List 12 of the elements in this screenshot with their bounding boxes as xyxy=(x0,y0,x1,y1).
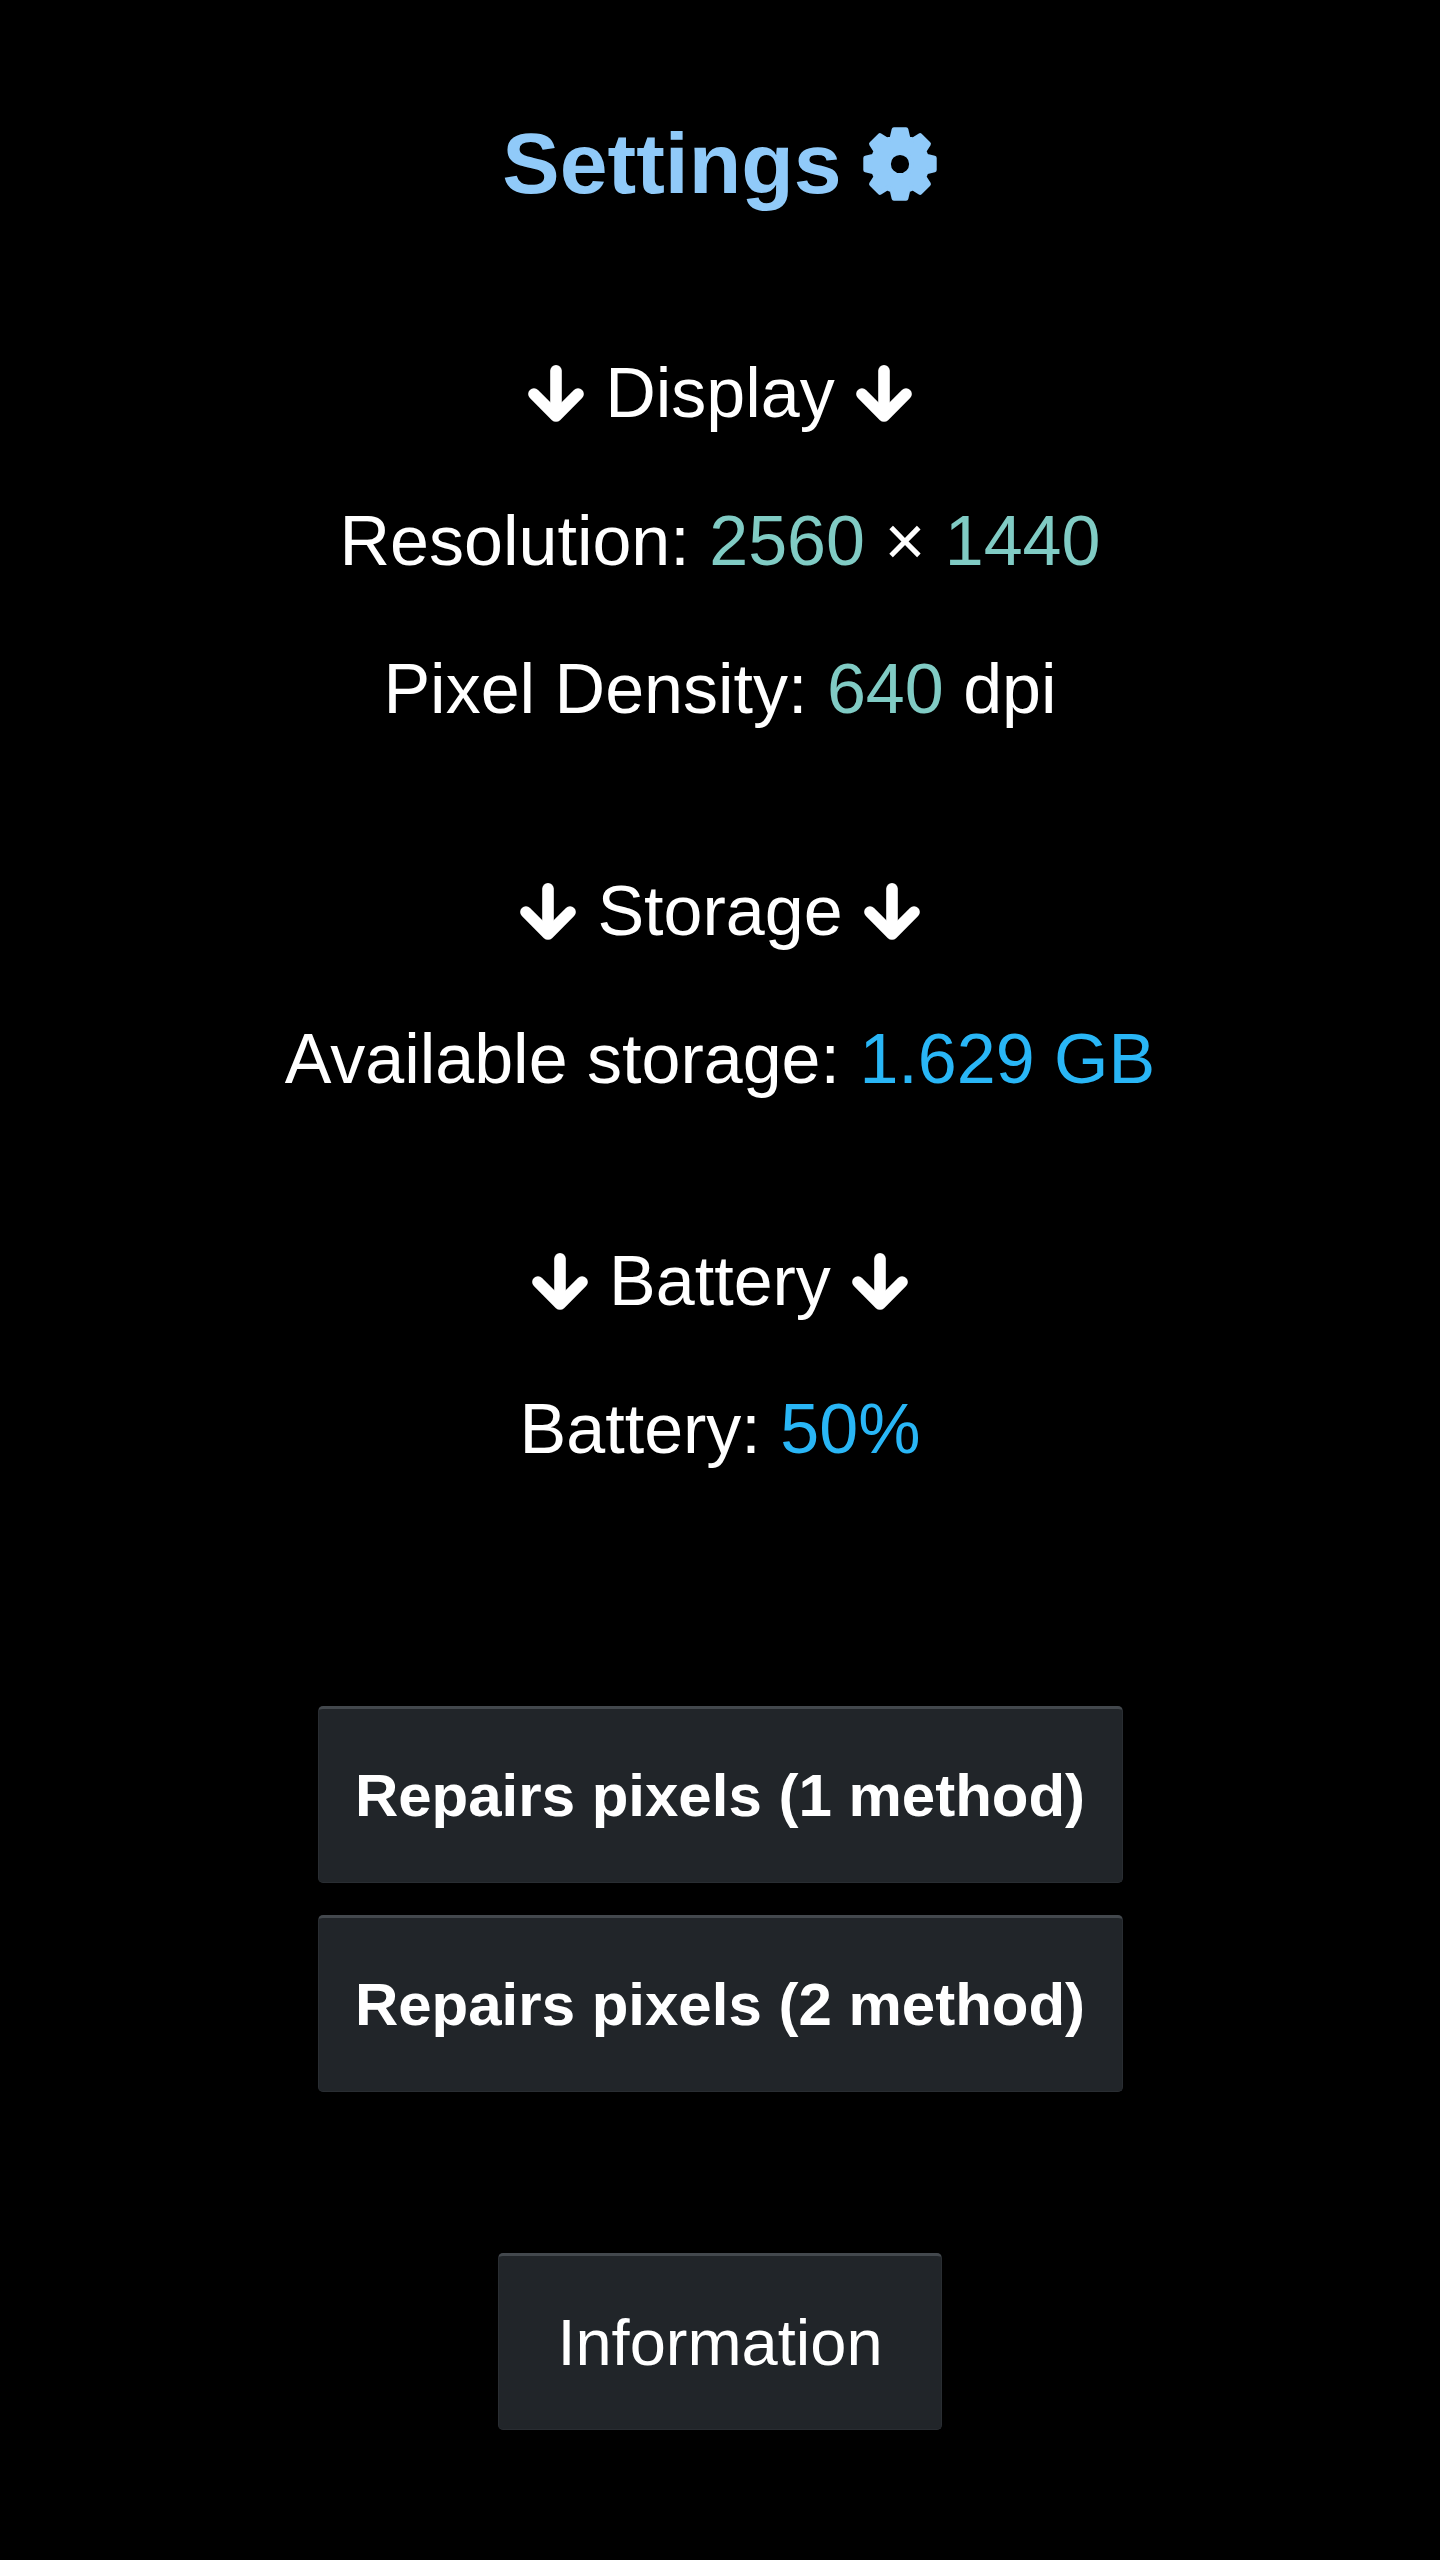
gear-icon xyxy=(861,125,938,202)
section-heading: Display xyxy=(605,353,835,434)
info-text: Battery: 50% xyxy=(519,1389,921,1470)
info-text: Resolution: 2560 × 1440 xyxy=(339,501,1101,582)
repair-pixels-button[interactable]: Repairs pixels (1 method) xyxy=(317,1706,1123,1883)
info-text: Pixel Density: 640 dpi xyxy=(383,649,1057,730)
section-heading: Storage xyxy=(597,871,843,952)
info-text: Available storage: 1.629 GB xyxy=(284,1019,1156,1100)
section-heading: Battery xyxy=(609,1241,831,1322)
page-title: Settings xyxy=(502,114,842,213)
information-button[interactable]: Information xyxy=(498,2253,942,2430)
repair-pixels-button[interactable]: Repairs pixels (2 method) xyxy=(317,1915,1123,2092)
